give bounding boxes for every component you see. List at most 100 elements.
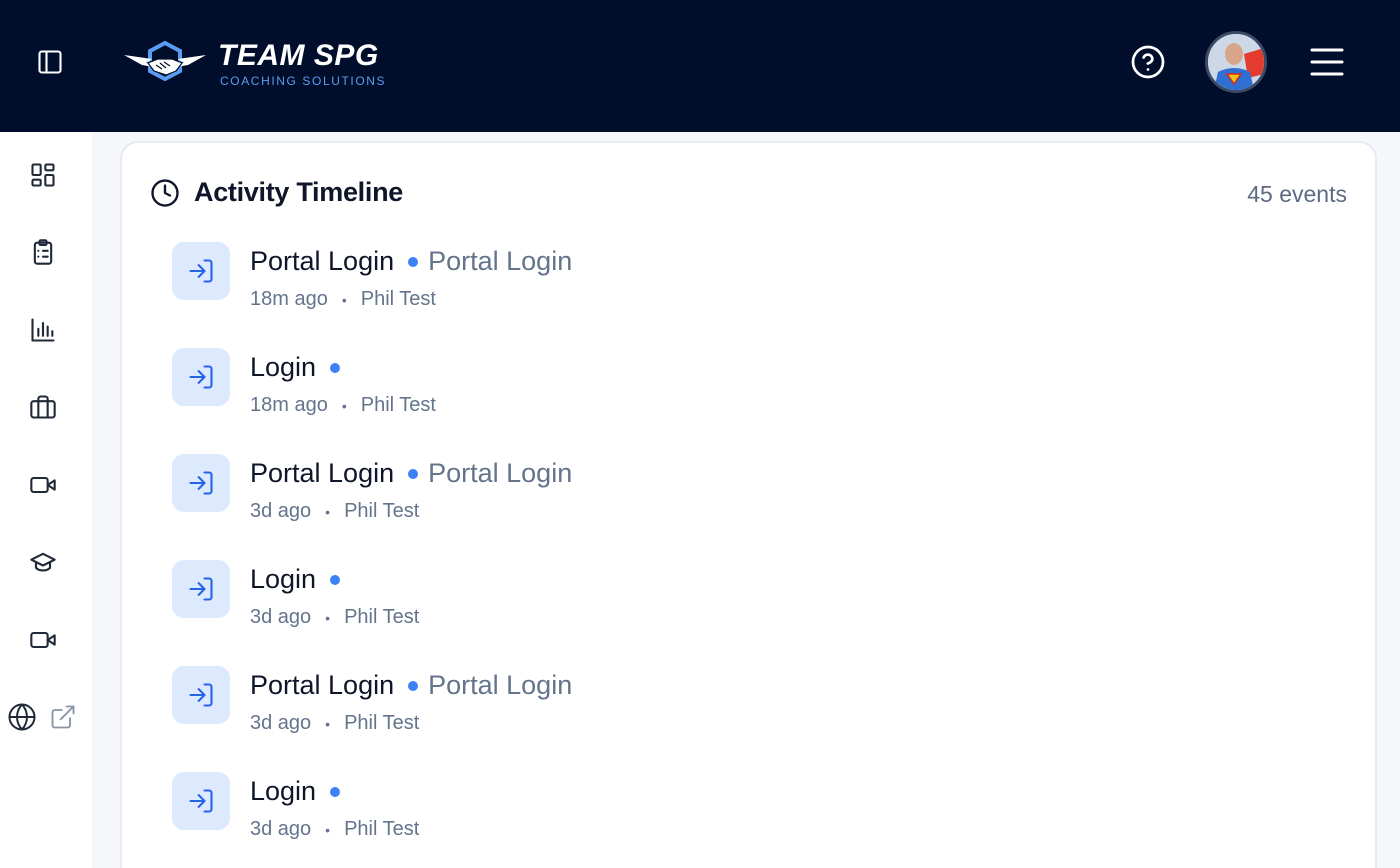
item-meta: 3d ago • Phil Test (250, 818, 419, 841)
globe-icon (8, 703, 36, 731)
status-dot (408, 680, 419, 691)
status-dot (408, 468, 419, 479)
login-arrow-icon (189, 683, 213, 707)
activity-timeline-card: Activity Timeline 45 events Portal Login… (120, 141, 1377, 868)
item-title-row: Login (250, 352, 350, 383)
item-time: 18m ago (250, 394, 328, 416)
meta-separator: • (325, 609, 331, 626)
meta-separator: • (325, 503, 331, 520)
card-header: Activity Timeline (150, 177, 403, 208)
hamburger-menu-button[interactable] (1306, 42, 1348, 82)
team-spg-logo[interactable]: TEAM SPG COACHING SOLUTIONS (122, 36, 386, 92)
external-link-button[interactable] (49, 703, 77, 731)
events-count: 45 events (1247, 181, 1347, 207)
item-user: Phil Test (344, 606, 420, 628)
item-title: Login (250, 352, 317, 382)
item-user: Phil Test (344, 712, 420, 734)
sidebar-item-video-2[interactable] (26, 623, 60, 657)
item-title: Portal Login (250, 458, 395, 488)
left-sidebar (0, 132, 92, 868)
item-subtitle: Portal Login (428, 458, 573, 488)
item-title-row: Portal Login Portal Login (250, 670, 572, 701)
timeline-item[interactable]: Portal Login Portal Login 3d ago • Phil … (172, 454, 972, 534)
login-icon-badge (172, 242, 230, 300)
login-icon-badge (172, 666, 230, 724)
user-avatar[interactable] (1205, 31, 1267, 93)
dashboard-grid-icon (31, 163, 55, 187)
status-dot (330, 362, 341, 373)
video-camera-icon (30, 631, 56, 649)
sidebar-item-training[interactable] (26, 545, 60, 579)
login-icon-badge (172, 560, 230, 618)
clock-icon (151, 178, 179, 207)
status-dot (330, 786, 341, 797)
briefcase-icon (30, 395, 56, 419)
status-dot (408, 256, 419, 267)
bar-chart-icon (31, 318, 55, 342)
item-title-row: Portal Login Portal Login (250, 458, 572, 489)
login-icon-badge (172, 772, 230, 830)
logo-title: TEAM SPG (218, 39, 379, 72)
login-icon-badge (172, 454, 230, 512)
item-meta: 18m ago • Phil Test (250, 394, 436, 417)
timeline-item[interactable]: Login 18m ago • Phil Test (172, 348, 972, 428)
item-subtitle: Portal Login (428, 670, 573, 700)
hamburger-menu-icon (1310, 48, 1344, 76)
item-meta: 18m ago • Phil Test (250, 288, 436, 311)
sidebar-item-briefcase[interactable] (26, 390, 60, 424)
item-time: 3d ago (250, 712, 312, 734)
item-user: Phil Test (360, 394, 436, 416)
login-arrow-icon (189, 789, 213, 813)
meta-separator: • (341, 397, 347, 414)
external-link-icon (51, 705, 75, 729)
item-title: Portal Login (250, 246, 395, 276)
item-meta: 3d ago • Phil Test (250, 500, 419, 523)
item-time: 18m ago (250, 288, 328, 310)
top-header: TEAM SPG COACHING SOLUTIONS (0, 0, 1400, 132)
timeline-item[interactable]: Login 3d ago • Phil Test (172, 772, 972, 852)
item-title: Portal Login (250, 670, 395, 700)
item-subtitle: Portal Login (428, 246, 573, 276)
logo-subtitle: COACHING SOLUTIONS (220, 74, 387, 88)
login-arrow-icon (189, 471, 213, 495)
item-time: 3d ago (250, 818, 312, 840)
login-icon-badge (172, 348, 230, 406)
sidebar-item-dashboard[interactable] (26, 158, 60, 192)
meta-separator: • (325, 821, 331, 838)
item-title-row: Login (250, 564, 350, 595)
handshake-wings-logo-icon (124, 41, 206, 82)
clipboard-list-icon (33, 239, 53, 265)
item-meta: 3d ago • Phil Test (250, 712, 419, 735)
meta-separator: • (325, 715, 331, 732)
item-user: Phil Test (360, 288, 436, 310)
card-title: Activity Timeline (194, 177, 403, 207)
timeline-item[interactable]: Portal Login Portal Login 3d ago • Phil … (172, 666, 972, 746)
avatar-image (1208, 34, 1264, 90)
item-user: Phil Test (344, 500, 420, 522)
item-title-row: Portal Login Portal Login (250, 246, 572, 277)
meta-separator: • (341, 291, 347, 308)
login-arrow-icon (189, 365, 213, 389)
globe-button[interactable] (7, 702, 37, 732)
sidebar-item-clipboard[interactable] (26, 235, 60, 269)
sidebar-toggle-button[interactable] (34, 46, 66, 78)
graduation-cap-icon (30, 552, 56, 572)
item-title-row: Login (250, 776, 350, 807)
item-title: Login (250, 564, 317, 594)
sidebar-external-links (7, 702, 77, 732)
video-camera-icon (30, 476, 56, 494)
sidebar-item-reports[interactable] (26, 313, 60, 347)
help-circle-icon (1131, 45, 1165, 79)
sidebar-item-video[interactable] (26, 468, 60, 502)
help-button[interactable] (1128, 42, 1168, 82)
timeline-item[interactable]: Login 3d ago • Phil Test (172, 560, 972, 640)
item-user: Phil Test (344, 818, 420, 840)
item-time: 3d ago (250, 606, 312, 628)
status-dot (330, 574, 341, 585)
timeline-item[interactable]: Portal Login Portal Login 18m ago • Phil… (172, 242, 972, 322)
item-meta: 3d ago • Phil Test (250, 606, 419, 629)
item-time: 3d ago (250, 500, 312, 522)
login-arrow-icon (189, 259, 213, 283)
item-title: Login (250, 776, 317, 806)
sidebar-toggle-icon (38, 50, 62, 74)
